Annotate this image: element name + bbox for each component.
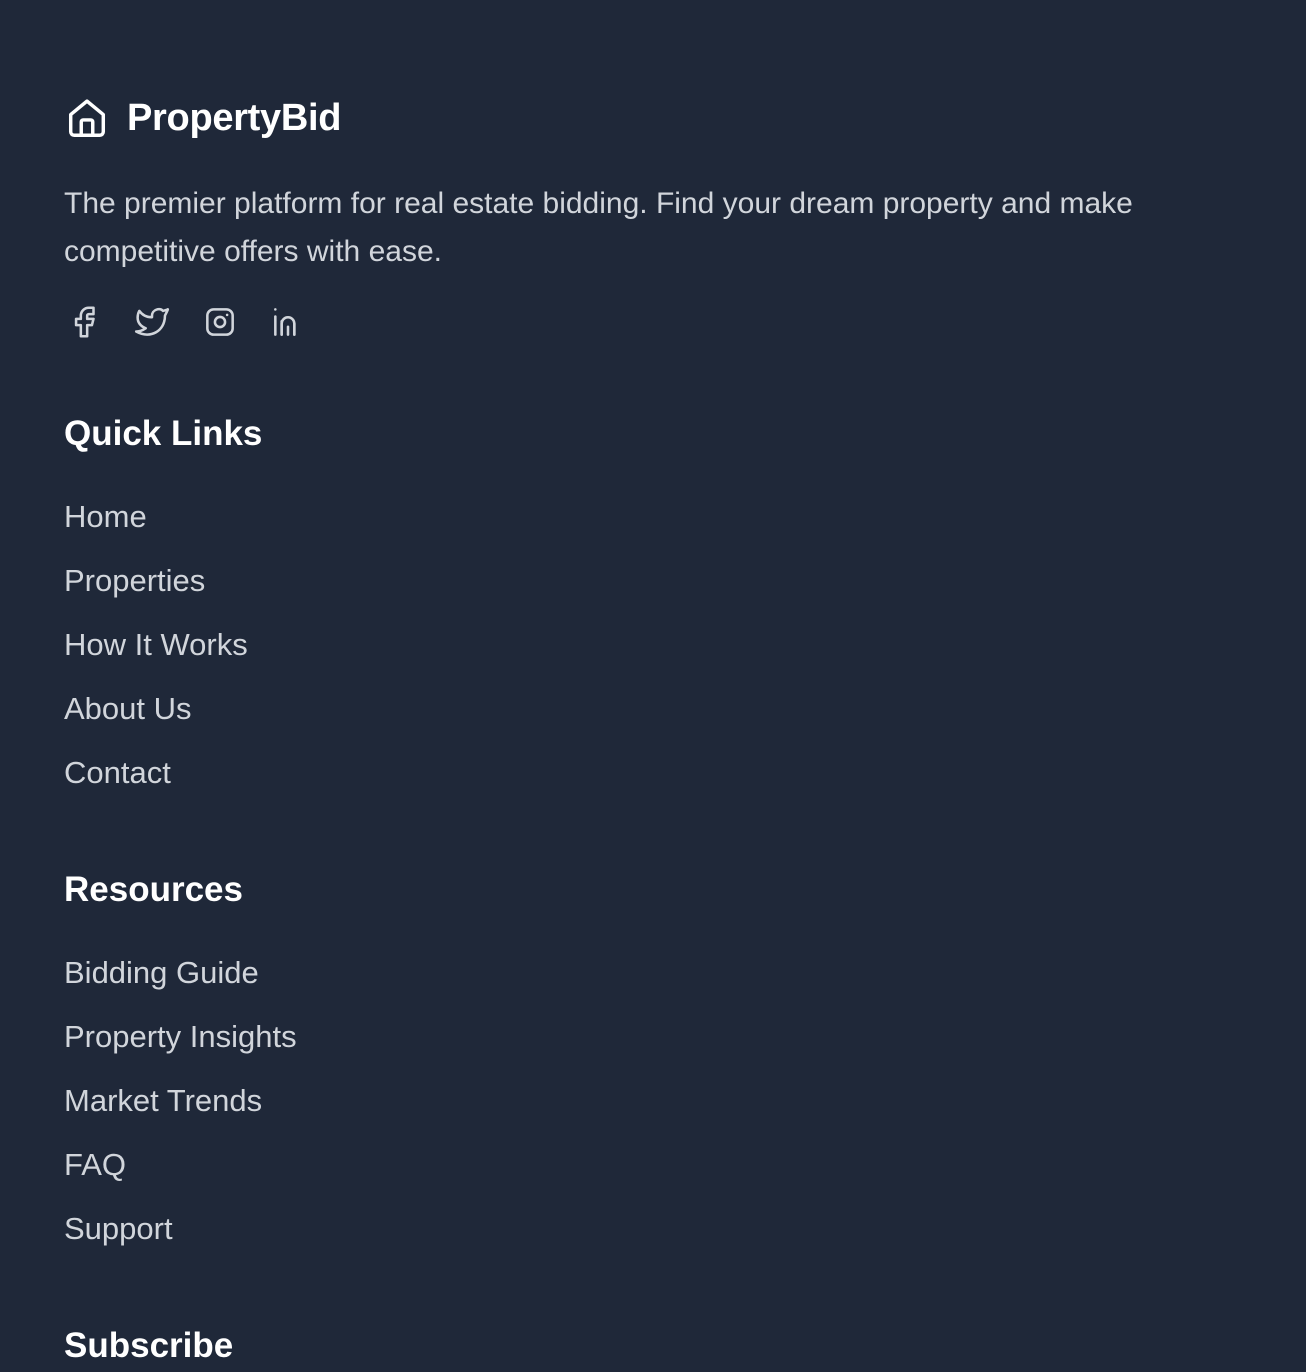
twitter-link[interactable] — [132, 304, 172, 344]
link-market-trends[interactable]: Market Trends — [64, 1083, 262, 1118]
list-item: Contact — [64, 754, 248, 818]
linkedin-icon — [269, 303, 307, 346]
home-icon — [64, 95, 110, 141]
link-home[interactable]: Home — [64, 499, 147, 534]
link-contact[interactable]: Contact — [64, 755, 171, 790]
facebook-icon — [65, 303, 103, 346]
resources-title: Resources — [64, 870, 243, 909]
brand-tagline: The premier platform for real estate bid… — [64, 187, 1133, 268]
list-item: FAQ — [64, 1146, 297, 1210]
site-footer: PropertyBid The premier platform for rea… — [0, 0, 1306, 1372]
list-item: About Us — [64, 690, 248, 754]
subscribe-title: Subscribe — [64, 1326, 234, 1365]
brand-name: PropertyBid — [127, 97, 342, 139]
resources-list: Bidding Guide Property Insights Market T… — [64, 954, 297, 1274]
list-item: Support — [64, 1210, 297, 1274]
link-about-us[interactable]: About Us — [64, 691, 192, 726]
instagram-icon — [201, 303, 239, 346]
link-bidding-guide[interactable]: Bidding Guide — [64, 955, 259, 990]
list-item: Market Trends — [64, 1082, 297, 1146]
list-item: Property Insights — [64, 1018, 297, 1082]
linkedin-link[interactable] — [268, 304, 308, 344]
list-item: Bidding Guide — [64, 954, 297, 1018]
list-item: Home — [64, 498, 248, 562]
quick-links-list: Home Properties How It Works About Us Co… — [64, 498, 248, 818]
social-links — [64, 304, 336, 344]
twitter-icon — [133, 303, 171, 346]
quick-links-title: Quick Links — [64, 414, 263, 453]
instagram-link[interactable] — [200, 304, 240, 344]
link-properties[interactable]: Properties — [64, 563, 205, 598]
link-how-it-works[interactable]: How It Works — [64, 627, 248, 662]
link-support[interactable]: Support — [64, 1211, 173, 1246]
list-item: Properties — [64, 562, 248, 626]
facebook-link[interactable] — [64, 304, 104, 344]
link-faq[interactable]: FAQ — [64, 1147, 126, 1182]
list-item: How It Works — [64, 626, 248, 690]
brand[interactable]: PropertyBid — [64, 94, 341, 142]
link-property-insights[interactable]: Property Insights — [64, 1019, 297, 1054]
